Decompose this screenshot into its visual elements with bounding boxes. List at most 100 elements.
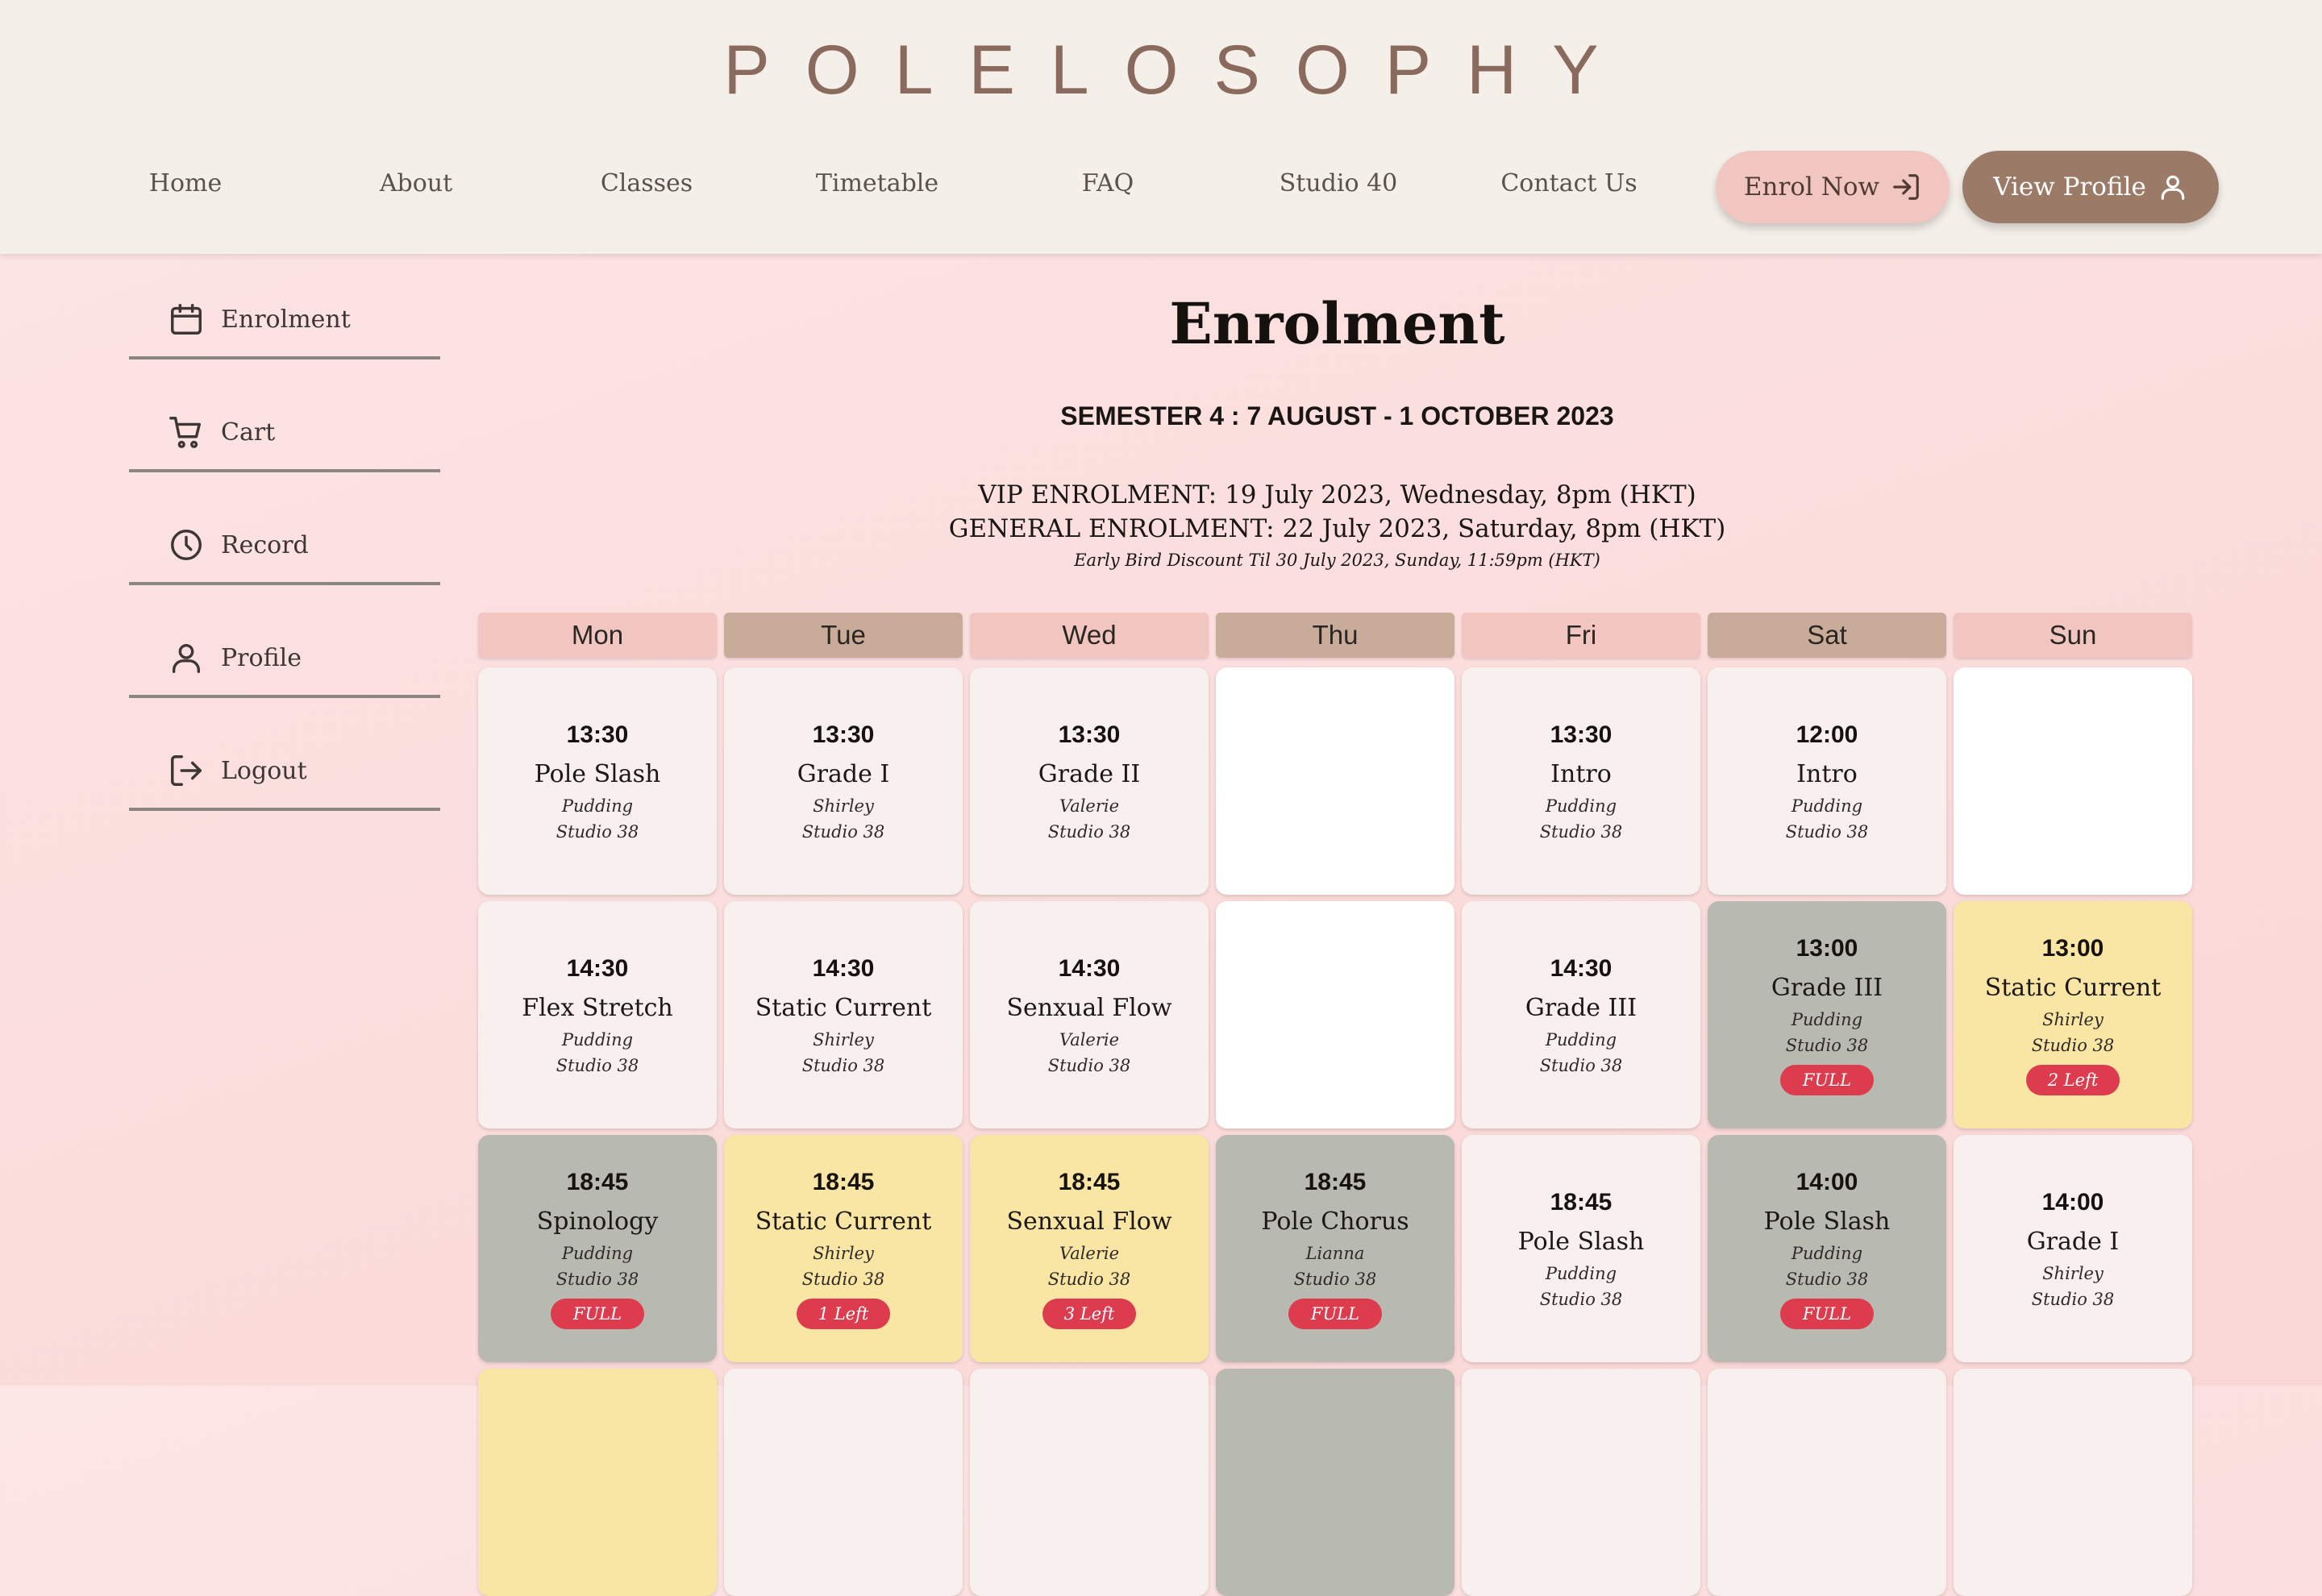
class-card[interactable]: 18:45 Static Current Shirley Studio 38 1 Lef… bbox=[724, 1135, 963, 1362]
class-studio: Studio 38 bbox=[1047, 1269, 1131, 1289]
user-icon bbox=[2161, 175, 2185, 200]
day-header-label: Thu bbox=[1312, 620, 1359, 650]
class-name: Static Current bbox=[755, 993, 932, 1022]
empty-slot bbox=[1216, 667, 1454, 895]
class-card[interactable]: 18:45 Spinology Pudding Studio 38 FULL bbox=[478, 1135, 717, 1362]
class-card[interactable]: 13:30 Grade II Valerie Studio 38 bbox=[970, 667, 1209, 895]
class-instructor: Pudding bbox=[1791, 796, 1863, 816]
class-card[interactable]: 13:30 Pole Slash Pudding Studio 38 bbox=[478, 667, 717, 895]
sidebar-item-profile[interactable]: Profile bbox=[129, 621, 440, 698]
class-instructor: Shirley bbox=[2042, 1263, 2104, 1283]
class-studio: Studio 38 bbox=[2031, 1035, 2115, 1055]
class-name: Grade III bbox=[1525, 993, 1637, 1022]
clock-icon bbox=[171, 530, 202, 560]
nav-timetable[interactable]: Timetable bbox=[780, 169, 974, 197]
sidebar-item-label: Logout bbox=[221, 756, 307, 785]
class-card[interactable]: 14:30 Flex Stretch Pudding Studio 38 bbox=[478, 901, 717, 1128]
class-card[interactable] bbox=[1216, 1369, 1454, 1596]
view-profile-button[interactable]: View Profile bbox=[1962, 151, 2219, 223]
class-card[interactable]: 13:00 Static Current Shirley Studio 38 2 Lef… bbox=[1954, 901, 2192, 1128]
availability-badge: 2 Left bbox=[2026, 1064, 2120, 1095]
class-card[interactable] bbox=[478, 1369, 717, 1596]
site-header: POLELOSOPHY Home About Classes Timetable… bbox=[0, 0, 2322, 254]
class-card[interactable] bbox=[724, 1369, 963, 1596]
class-card[interactable] bbox=[1954, 1369, 2192, 1596]
class-name: Senxual Flow bbox=[1006, 993, 1172, 1022]
class-card[interactable]: 13:30 Grade I Shirley Studio 38 bbox=[724, 667, 963, 895]
class-time: 14:30 bbox=[566, 954, 629, 982]
class-card[interactable]: 18:45 Senxual Flow Valerie Studio 38 3 Left bbox=[970, 1135, 1209, 1362]
day-header-tue: Tue bbox=[724, 613, 963, 658]
class-instructor: Shirley bbox=[813, 796, 874, 816]
class-card[interactable]: 14:30 Senxual Flow Valerie Studio 38 bbox=[970, 901, 1209, 1128]
class-time: 13:30 bbox=[566, 721, 629, 748]
class-time: 14:00 bbox=[2041, 1188, 2104, 1216]
early-bird-note: Early Bird Discount Til 30 July 2023, Su… bbox=[1074, 551, 1600, 570]
class-name: Grade I bbox=[2026, 1227, 2120, 1256]
class-card[interactable]: 13:30 Intro Pudding Studio 38 bbox=[1462, 667, 1700, 895]
day-header-thu: Thu bbox=[1216, 613, 1454, 658]
class-studio: Studio 38 bbox=[1047, 821, 1131, 842]
day-header-label: Mon bbox=[571, 620, 624, 650]
enrol-now-button[interactable]: Enrol Now bbox=[1716, 151, 1950, 223]
class-time: 13:00 bbox=[1796, 934, 1858, 962]
class-name: Senxual Flow bbox=[1006, 1207, 1172, 1236]
sidebar-item-label: Enrolment bbox=[221, 305, 351, 334]
nav-faq[interactable]: FAQ bbox=[1011, 169, 1205, 197]
sidebar-item-logout[interactable]: Logout bbox=[129, 734, 440, 811]
nav-home[interactable]: Home bbox=[89, 169, 282, 197]
nav-classes[interactable]: Classes bbox=[550, 169, 743, 197]
sidebar-item-cart[interactable]: Cart bbox=[129, 395, 440, 472]
empty-slot bbox=[1954, 667, 2192, 895]
class-name: Pole Slash bbox=[1763, 1207, 1891, 1236]
class-name: Static Current bbox=[1984, 973, 2162, 1002]
general-enrolment-date: GENERAL ENROLMENT: 22 July 2023, Saturda… bbox=[948, 514, 1726, 543]
class-card[interactable]: 14:30 Grade III Pudding Studio 38 bbox=[1462, 901, 1700, 1128]
class-card[interactable]: 14:00 Pole Slash Pudding Studio 38 FULL bbox=[1708, 1135, 1946, 1362]
class-time: 18:45 bbox=[1058, 1168, 1121, 1195]
day-header-label: Sun bbox=[2049, 620, 2097, 650]
day-header-label: Fri bbox=[1565, 620, 1597, 650]
class-instructor: Shirley bbox=[813, 1243, 874, 1263]
class-card[interactable]: 13:00 Grade III Pudding Studio 38 FULL bbox=[1708, 901, 1946, 1128]
class-studio: Studio 38 bbox=[2031, 1289, 2115, 1309]
class-name: Grade III bbox=[1771, 973, 1883, 1002]
class-card[interactable]: 18:45 Pole Slash Pudding Studio 38 bbox=[1462, 1135, 1700, 1362]
day-header-sun: Sun bbox=[1954, 613, 2192, 658]
class-instructor: Pudding bbox=[1545, 796, 1617, 816]
enrol-now-label: Enrol Now bbox=[1743, 172, 1880, 202]
sidebar-item-record[interactable]: Record bbox=[129, 508, 440, 585]
class-card[interactable]: 14:00 Grade I Shirley Studio 38 bbox=[1954, 1135, 2192, 1362]
class-card[interactable]: 18:45 Pole Chorus Lianna Studio 38 FULL bbox=[1216, 1135, 1454, 1362]
class-card[interactable] bbox=[970, 1369, 1209, 1596]
class-name: Pole Slash bbox=[534, 759, 661, 788]
semester-heading: SEMESTER 4 : 7 AUGUST - 1 OCTOBER 2023 bbox=[1060, 401, 1614, 430]
class-time: 14:30 bbox=[812, 954, 875, 982]
sidebar-item-label: Profile bbox=[221, 643, 302, 672]
class-studio: Studio 38 bbox=[801, 1055, 885, 1075]
class-studio: Studio 38 bbox=[1785, 1269, 1869, 1289]
class-card[interactable]: 14:30 Static Current Shirley Studio 38 bbox=[724, 901, 963, 1128]
class-card[interactable] bbox=[1708, 1369, 1946, 1596]
availability-badge: FULL bbox=[1780, 1064, 1874, 1095]
class-name: Intro bbox=[1550, 759, 1612, 788]
nav-studio-40[interactable]: Studio 40 bbox=[1242, 169, 1435, 197]
class-card[interactable] bbox=[1462, 1369, 1700, 1596]
sidebar-item-enrolment[interactable]: Enrolment bbox=[129, 282, 440, 360]
class-instructor: Valerie bbox=[1059, 1243, 1120, 1263]
class-time: 12:00 bbox=[1796, 721, 1858, 748]
class-name: Static Current bbox=[755, 1207, 932, 1236]
day-header-label: Sat bbox=[1807, 620, 1847, 650]
brand-logo[interactable]: POLELOSOPHY bbox=[0, 31, 2322, 110]
class-instructor: Shirley bbox=[2042, 1009, 2104, 1029]
class-name: Pole Slash bbox=[1517, 1227, 1645, 1256]
nav-contact-us[interactable]: Contact Us bbox=[1472, 169, 1666, 197]
account-sidebar: Enrolment Cart Record Profile Logout bbox=[129, 282, 440, 846]
availability-badge: FULL bbox=[1288, 1298, 1382, 1329]
class-time: 13:30 bbox=[1550, 721, 1612, 748]
sidebar-item-label: Cart bbox=[221, 418, 276, 447]
class-card[interactable]: 12:00 Intro Pudding Studio 38 bbox=[1708, 667, 1946, 895]
class-studio: Studio 38 bbox=[1047, 1055, 1131, 1075]
class-instructor: Pudding bbox=[1545, 1263, 1617, 1283]
nav-about[interactable]: About bbox=[319, 169, 513, 197]
